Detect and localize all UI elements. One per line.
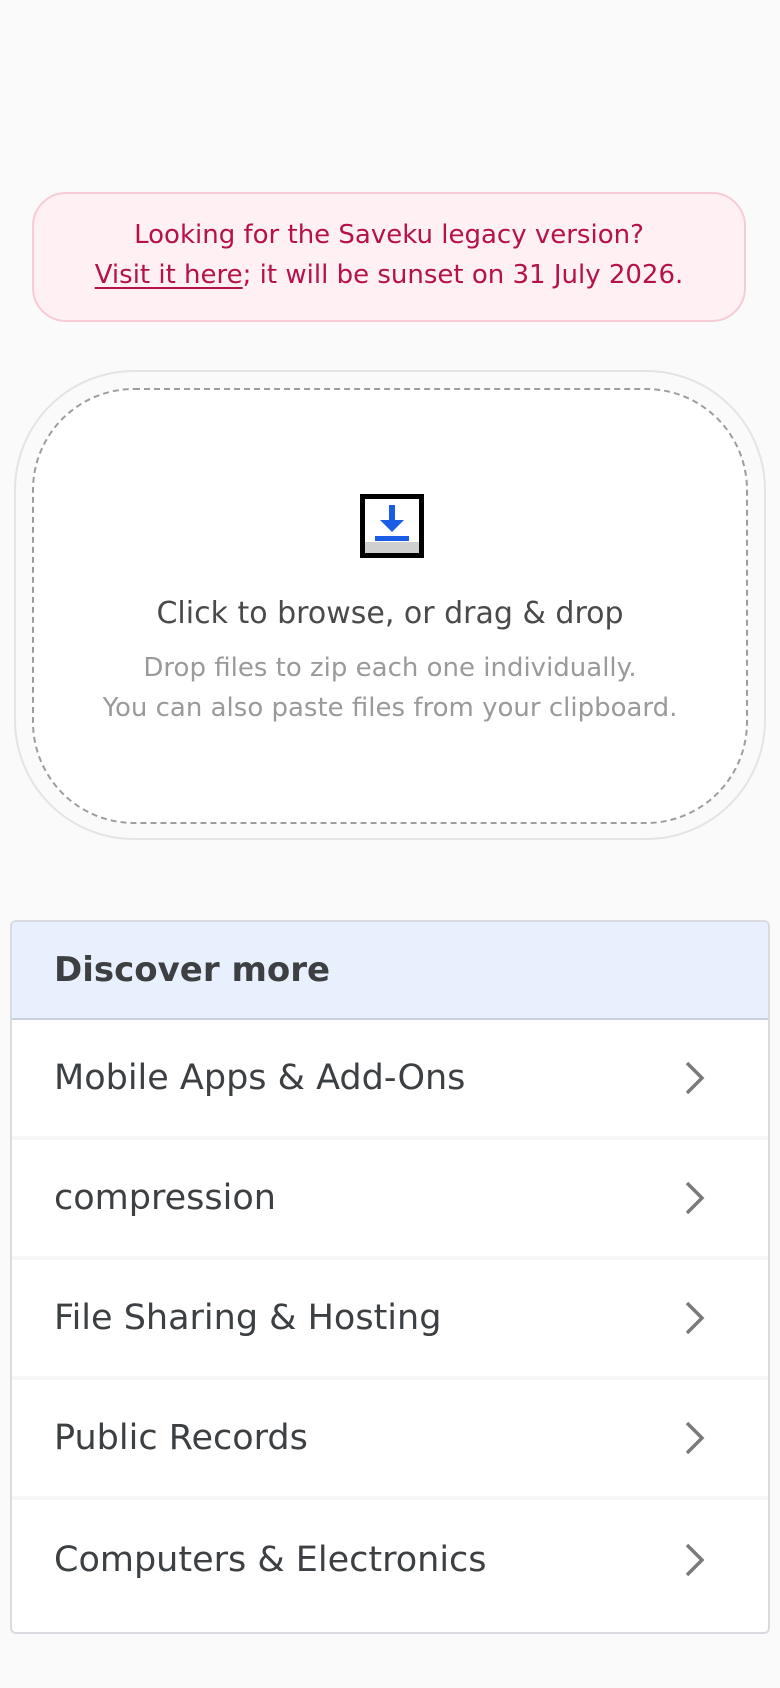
discover-item-label: Mobile Apps & Add-Ons bbox=[54, 1058, 466, 1098]
notice-line-1: Looking for the Saveku legacy version? bbox=[134, 220, 644, 250]
download-icon bbox=[360, 494, 424, 558]
discover-item-label: Computers & Electronics bbox=[54, 1540, 487, 1580]
discover-item-label: compression bbox=[54, 1178, 276, 1218]
discover-more-panel: Discover more Mobile Apps & Add-Ons comp… bbox=[10, 920, 770, 1634]
chevron-right-icon bbox=[685, 1543, 705, 1577]
discover-item-computers-electronics[interactable]: Computers & Electronics bbox=[12, 1500, 768, 1620]
legacy-version-notice: Looking for the Saveku legacy version? V… bbox=[32, 192, 746, 322]
discover-item-label: Public Records bbox=[54, 1418, 308, 1458]
discover-item-compression[interactable]: compression bbox=[12, 1140, 768, 1260]
discover-item-label: File Sharing & Hosting bbox=[54, 1298, 442, 1338]
file-dropzone[interactable]: Click to browse, or drag & drop Drop fil… bbox=[32, 388, 748, 824]
discover-more-heading: Discover more bbox=[12, 922, 768, 1020]
notice-sunset-text: ; it will be sunset on 31 July 2026. bbox=[242, 260, 684, 290]
notice-line-2: Visit it here; it will be sunset on 31 J… bbox=[34, 255, 744, 295]
discover-item-file-sharing[interactable]: File Sharing & Hosting bbox=[12, 1260, 768, 1380]
chevron-right-icon bbox=[685, 1301, 705, 1335]
discover-item-mobile-apps[interactable]: Mobile Apps & Add-Ons bbox=[12, 1020, 768, 1140]
chevron-right-icon bbox=[685, 1061, 705, 1095]
chevron-right-icon bbox=[685, 1421, 705, 1455]
dropzone-subtitle-line-2: You can also paste files from your clipb… bbox=[102, 693, 678, 723]
chevron-right-icon bbox=[685, 1181, 705, 1215]
legacy-version-link[interactable]: Visit it here bbox=[95, 260, 243, 290]
dropzone-subtitle: Drop files to zip each one individually.… bbox=[34, 648, 746, 728]
dropzone-subtitle-line-1: Drop files to zip each one individually. bbox=[143, 653, 637, 683]
dropzone-title: Click to browse, or drag & drop bbox=[156, 596, 624, 631]
discover-item-public-records[interactable]: Public Records bbox=[12, 1380, 768, 1500]
